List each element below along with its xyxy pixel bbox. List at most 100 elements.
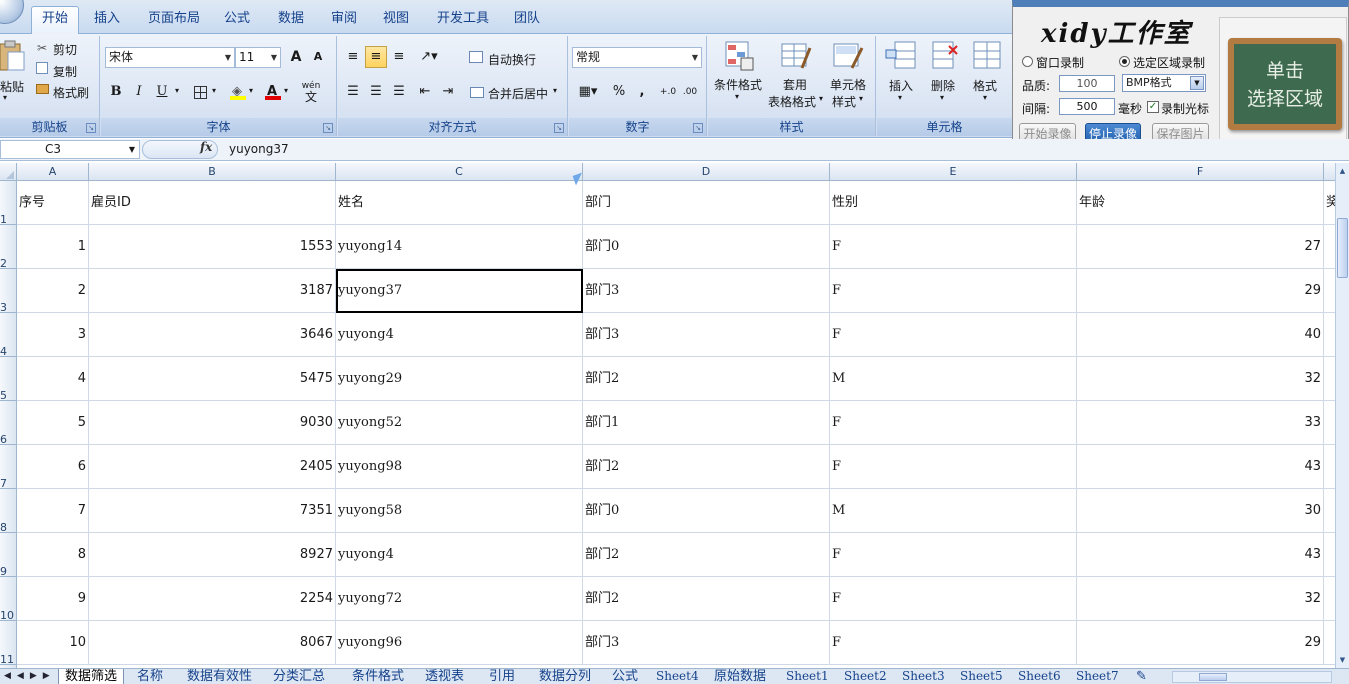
paste-dropdown-icon[interactable]: ▾ bbox=[3, 93, 7, 102]
cell-department[interactable]: 部门3 bbox=[583, 313, 830, 357]
name-box[interactable]: C3 ▼ bbox=[0, 140, 140, 159]
horizontal-scroll-thumb[interactable] bbox=[1199, 673, 1227, 681]
cell-header-age[interactable]: 年龄 bbox=[1077, 181, 1324, 225]
row-header[interactable]: 1 bbox=[0, 181, 16, 226]
sheet-tab[interactable]: 名称 bbox=[131, 669, 169, 684]
chevron-down-icon[interactable]: ▾ bbox=[940, 93, 944, 102]
comma-button[interactable]: , bbox=[631, 81, 653, 103]
cell-seq[interactable]: 2 bbox=[17, 269, 89, 313]
sheet-tab[interactable]: 条件格式 bbox=[346, 669, 410, 684]
alignment-launcher-icon[interactable]: ↘ bbox=[554, 123, 564, 133]
cell-age[interactable]: 29 bbox=[1077, 269, 1324, 313]
cell-bonus[interactable] bbox=[1324, 313, 1335, 357]
cell-employee-id[interactable]: 3646 bbox=[89, 313, 336, 357]
cell-name[interactable]: yuyong98 bbox=[336, 445, 583, 489]
cell-name[interactable]: yuyong4 bbox=[336, 533, 583, 577]
cell-employee-id[interactable]: 8927 bbox=[89, 533, 336, 577]
cell-name[interactable]: yuyong72 bbox=[336, 577, 583, 621]
cell-seq[interactable]: 7 bbox=[17, 489, 89, 533]
tab-home[interactable]: 开始 bbox=[31, 6, 80, 34]
chevron-down-icon[interactable]: ▾ bbox=[553, 86, 557, 95]
office-button[interactable] bbox=[0, 0, 24, 24]
cell-age[interactable]: 27 bbox=[1077, 225, 1324, 269]
cell-bonus[interactable] bbox=[1324, 269, 1335, 313]
column-header-e[interactable]: E bbox=[830, 163, 1077, 181]
insert-sheet-icon[interactable]: ✎ bbox=[1130, 669, 1153, 684]
row-header[interactable]: 3 bbox=[0, 269, 16, 314]
cell-department[interactable]: 部门0 bbox=[583, 489, 830, 533]
tab-page-layout[interactable]: 页面布局 bbox=[138, 8, 210, 32]
decrease-indent-button[interactable]: ⇤ bbox=[414, 81, 436, 103]
cell-header-employee-id[interactable]: 雇员ID bbox=[89, 181, 336, 225]
format-painter-button[interactable]: 格式刷 bbox=[53, 84, 89, 101]
scroll-down-icon[interactable]: ▼ bbox=[1337, 654, 1348, 666]
italic-button[interactable]: I bbox=[128, 81, 150, 103]
cell-bonus[interactable] bbox=[1324, 533, 1335, 577]
chevron-down-icon[interactable]: ▾ bbox=[175, 86, 179, 95]
cell-name[interactable]: yuyong37 bbox=[336, 269, 583, 313]
decrease-decimal-icon[interactable]: .00 bbox=[679, 81, 701, 103]
formula-input[interactable]: yuyong37 bbox=[229, 142, 289, 156]
chevron-down-icon[interactable]: ▾ bbox=[983, 93, 987, 102]
cell-department[interactable]: 部门3 bbox=[583, 621, 830, 665]
row-header[interactable]: 6 bbox=[0, 401, 16, 446]
sheet-tab[interactable]: Sheet2 bbox=[838, 669, 893, 684]
row-header[interactable]: 8 bbox=[0, 489, 16, 534]
cell-department[interactable]: 部门2 bbox=[583, 445, 830, 489]
percent-button[interactable]: % bbox=[608, 81, 630, 103]
cell-employee-id[interactable]: 1553 bbox=[89, 225, 336, 269]
increase-decimal-icon[interactable]: +.0 bbox=[657, 81, 679, 103]
cell-employee-id[interactable]: 3187 bbox=[89, 269, 336, 313]
cell-age[interactable]: 32 bbox=[1077, 577, 1324, 621]
align-right-button[interactable]: ☰ bbox=[388, 81, 410, 103]
cell-header-seq[interactable]: 序号 bbox=[17, 181, 89, 225]
cell-employee-id[interactable]: 2405 bbox=[89, 445, 336, 489]
increase-indent-button[interactable]: ⇥ bbox=[437, 81, 459, 103]
cell-gender[interactable]: F bbox=[830, 533, 1077, 577]
shrink-font-button[interactable]: A bbox=[307, 46, 329, 68]
align-middle-button[interactable]: ≡ bbox=[365, 46, 387, 68]
currency-button[interactable]: ▦▾ bbox=[572, 81, 604, 103]
cell-styles-button-line2[interactable]: 样式 bbox=[832, 93, 856, 110]
tab-developer[interactable]: 开发工具 bbox=[427, 8, 499, 32]
sheet-tab[interactable]: Sheet1 bbox=[780, 669, 835, 684]
vertical-scrollbar[interactable]: ▲ ▼ bbox=[1335, 163, 1349, 668]
sheet-tab[interactable]: Sheet6 bbox=[1012, 669, 1067, 684]
delete-cells-icon[interactable] bbox=[929, 40, 961, 72]
sheet-tab[interactable]: 数据分列 bbox=[533, 669, 597, 684]
cell-header-bonus[interactable]: 奖 bbox=[1324, 181, 1335, 225]
sheet-tab[interactable]: Sheet3 bbox=[896, 669, 951, 684]
table-format-button-line2[interactable]: 表格格式 bbox=[768, 93, 816, 110]
cell-name[interactable]: yuyong4 bbox=[336, 313, 583, 357]
interval-input[interactable]: 500 bbox=[1059, 98, 1115, 115]
cell-department[interactable]: 部门2 bbox=[583, 577, 830, 621]
image-format-select[interactable]: BMP格式 ▼ bbox=[1122, 74, 1206, 92]
cell-gender[interactable]: M bbox=[830, 489, 1077, 533]
cell-header-name[interactable]: 姓名 bbox=[336, 181, 583, 225]
cell-seq[interactable]: 9 bbox=[17, 577, 89, 621]
cell-bonus[interactable] bbox=[1324, 489, 1335, 533]
sheet-tab[interactable]: 公式 bbox=[606, 669, 644, 684]
cell-seq[interactable]: 5 bbox=[17, 401, 89, 445]
cell-age[interactable]: 32 bbox=[1077, 357, 1324, 401]
delete-cells-button[interactable]: 删除 bbox=[931, 77, 955, 94]
chevron-down-icon[interactable]: ▾ bbox=[819, 94, 823, 103]
cell-age[interactable]: 40 bbox=[1077, 313, 1324, 357]
cell-seq[interactable]: 10 bbox=[17, 621, 89, 665]
column-header-a[interactable]: A bbox=[17, 163, 89, 181]
cell-department[interactable]: 部门3 bbox=[583, 269, 830, 313]
cell-department[interactable]: 部门2 bbox=[583, 357, 830, 401]
cell-bonus[interactable] bbox=[1324, 621, 1335, 665]
copy-button[interactable]: 复制 bbox=[53, 63, 77, 80]
row-header[interactable]: 2 bbox=[0, 225, 16, 270]
sheet-tab[interactable]: 原始数据 bbox=[708, 669, 772, 684]
sheet-tab[interactable]: 数据有效性 bbox=[181, 669, 258, 684]
scroll-up-icon[interactable]: ▲ bbox=[1337, 165, 1348, 177]
orientation-button[interactable]: ↗▾ bbox=[414, 46, 444, 68]
cell-seq[interactable]: 6 bbox=[17, 445, 89, 489]
cut-button[interactable]: 剪切 bbox=[53, 41, 77, 58]
bold-button[interactable]: B bbox=[105, 81, 127, 103]
cell-gender[interactable]: F bbox=[830, 269, 1077, 313]
cell-bonus[interactable] bbox=[1324, 401, 1335, 445]
conditional-format-icon[interactable] bbox=[724, 40, 756, 72]
